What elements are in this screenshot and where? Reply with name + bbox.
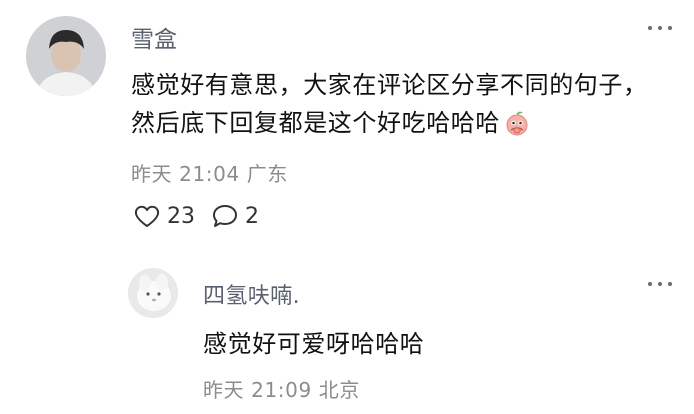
reply-time: 昨天 21:09: [203, 378, 312, 402]
heart-icon: [134, 205, 160, 227]
reply-count: 2: [245, 203, 259, 229]
like-count: 23: [167, 203, 195, 229]
reply-more-options-icon[interactable]: [648, 282, 672, 286]
comment-author[interactable]: 雪盒: [131, 20, 177, 54]
peach-face-emoji-icon: [506, 111, 528, 136]
user-photo-icon: [26, 16, 106, 96]
reply-author[interactable]: 四氢呋喃.: [203, 278, 300, 310]
comment-bubble-icon: [213, 205, 237, 227]
comment-time: 昨天 21:04: [131, 162, 240, 186]
comment-location: 广东: [246, 162, 288, 186]
comment-actions: 23 2: [133, 203, 259, 229]
more-options-icon[interactable]: [648, 26, 672, 30]
reply-meta: 昨天 21:09 北京: [203, 374, 360, 403]
avatar[interactable]: [26, 16, 106, 96]
reply-location: 北京: [318, 378, 360, 402]
reply-avatar[interactable]: [128, 268, 178, 318]
reply-count-button[interactable]: 2: [211, 203, 259, 229]
white-pet-avatar-icon: [128, 268, 178, 318]
comment-meta: 昨天 21:04 广东: [131, 158, 288, 187]
reply-text: 感觉好可爱呀哈哈哈: [203, 330, 425, 358]
comment-text-content: 感觉好有意思，大家在评论区分享不同的句子，然后底下回复都是这个好吃哈哈哈: [131, 71, 648, 137]
like-button[interactable]: 23: [133, 203, 195, 229]
comment-text: 感觉好有意思，大家在评论区分享不同的句子，然后底下回复都是这个好吃哈哈哈: [131, 66, 651, 142]
